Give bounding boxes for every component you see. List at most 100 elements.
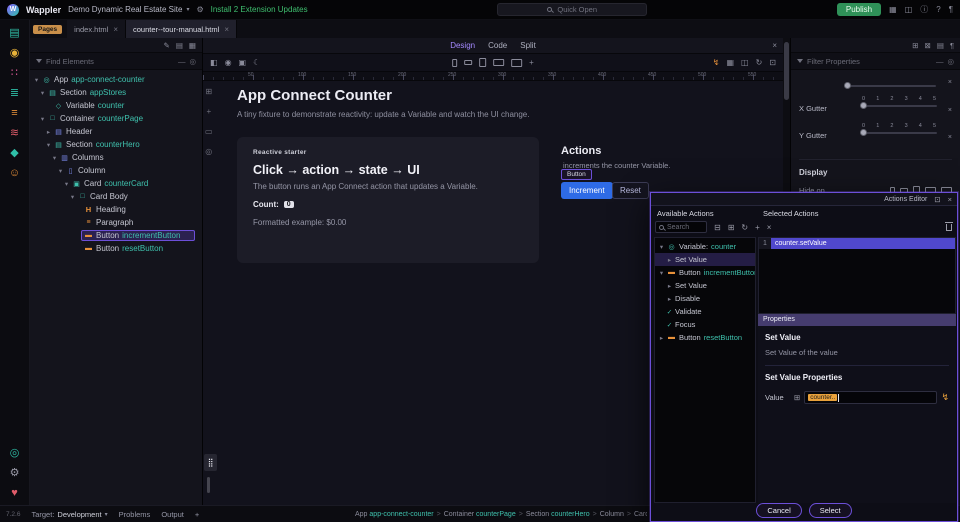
tree-item-heading[interactable]: HHeading bbox=[30, 203, 202, 216]
layout-columns-icon[interactable]: ◫ bbox=[905, 6, 913, 14]
tree-item-set-value[interactable]: ▸Set Value bbox=[655, 279, 755, 292]
tree-item-resetbutton[interactable]: ▬ButtonresetButton bbox=[30, 242, 202, 255]
output-button[interactable]: Output bbox=[161, 510, 184, 519]
phone-portrait-icon[interactable] bbox=[452, 59, 457, 67]
formatting-icon[interactable]: ¶ bbox=[950, 41, 954, 50]
list-view-icon[interactable]: ▤ bbox=[937, 41, 944, 50]
breadcrumb-item[interactable]: Section counterHero bbox=[526, 511, 590, 518]
tree-item-validate[interactable]: ✓Validate bbox=[655, 305, 755, 318]
collapse-all-icon[interactable]: ⊟ bbox=[714, 223, 721, 232]
close-icon[interactable]: × bbox=[224, 25, 229, 34]
outline-toggle-icon[interactable]: ◉ bbox=[225, 58, 232, 67]
tab-split[interactable]: Split bbox=[520, 41, 536, 50]
slider-knob[interactable] bbox=[844, 82, 851, 89]
chevron-icon[interactable]: ▾ bbox=[39, 115, 46, 123]
tree-item-column[interactable]: ▾▯Column bbox=[30, 164, 202, 177]
actions-lightning-icon[interactable]: ↯ bbox=[713, 58, 720, 67]
filter-properties-input[interactable]: Filter Properties bbox=[807, 57, 932, 66]
cancel-button[interactable]: Cancel bbox=[756, 503, 801, 518]
slider-knob[interactable] bbox=[860, 129, 867, 136]
tree-item-counterpage[interactable]: ▾□ContainercounterPage bbox=[30, 112, 202, 125]
value-input[interactable]: counter.. bbox=[804, 391, 937, 404]
remove-action-icon[interactable]: × bbox=[767, 223, 772, 232]
database-icon[interactable]: ◆ bbox=[10, 148, 18, 159]
globe-icon[interactable]: ◎ bbox=[10, 448, 20, 459]
design-icon[interactable]: ◉ bbox=[10, 48, 20, 59]
grid-view-icon[interactable]: ▦ bbox=[189, 41, 196, 50]
selected-action-row[interactable]: 1counter.setValue bbox=[759, 238, 955, 249]
chevron-icon[interactable]: ▾ bbox=[45, 141, 52, 149]
tablet-icon[interactable] bbox=[479, 58, 486, 67]
select-button[interactable]: Select bbox=[809, 503, 852, 518]
dialog-titlebar[interactable]: Actions Editor ⊡ × bbox=[651, 193, 957, 206]
expand-all-icon[interactable]: ⊞ bbox=[728, 223, 735, 232]
tree-item-counter[interactable]: ◇Variablecounter bbox=[30, 99, 202, 112]
panels-icon[interactable]: ▦ bbox=[889, 6, 897, 14]
selected-element-tag[interactable]: Button bbox=[561, 169, 592, 180]
project-settings-gear-icon[interactable]: ⚙ bbox=[196, 6, 203, 14]
tree-item-app-connect-counter[interactable]: ▾◎Appapp-connect-counter bbox=[30, 73, 202, 86]
target-icon[interactable]: ◎ bbox=[189, 57, 196, 66]
slider-knob[interactable] bbox=[860, 102, 867, 109]
clear-icon[interactable]: × bbox=[948, 134, 952, 141]
mini-scrollbar[interactable] bbox=[207, 477, 210, 493]
grid-overlay-icon[interactable]: ▦ bbox=[726, 58, 734, 67]
tree-item-counter[interactable]: ▾◎Variable:counter bbox=[655, 240, 755, 253]
clear-icon[interactable]: × bbox=[948, 79, 952, 83]
extension-updates-link[interactable]: Install 2 Extension Updates bbox=[211, 5, 308, 14]
add-action-icon[interactable]: + bbox=[755, 223, 760, 232]
reactive-starter-card[interactable]: Reactive starter Click → action → state … bbox=[237, 137, 539, 263]
phone-landscape-icon[interactable] bbox=[464, 60, 472, 65]
collapse-icon[interactable]: — bbox=[936, 57, 944, 66]
close-icon[interactable]: × bbox=[113, 25, 118, 34]
publish-button[interactable]: Publish bbox=[837, 3, 881, 16]
tab-index-html[interactable]: index.html × bbox=[67, 20, 126, 38]
box-tool-icon[interactable]: ▭ bbox=[205, 127, 213, 136]
breadcrumb-item[interactable]: Card counterCard bbox=[634, 511, 647, 518]
slider-track[interactable] bbox=[861, 105, 937, 107]
chevron-icon[interactable]: ▾ bbox=[69, 193, 76, 201]
select-tool-icon[interactable]: ◧ bbox=[210, 58, 218, 67]
formatting-icon[interactable]: ¶ bbox=[949, 6, 953, 14]
tree-item-card-body[interactable]: ▾□Card Body bbox=[30, 190, 202, 203]
close-icon[interactable]: × bbox=[772, 41, 777, 50]
refresh-icon[interactable]: ↻ bbox=[756, 58, 763, 67]
edit-icon[interactable]: ✎ bbox=[164, 41, 170, 50]
tree-item-set-value[interactable]: ▸Set Value bbox=[655, 253, 755, 266]
clear-icon[interactable]: × bbox=[948, 107, 952, 114]
settings-icon[interactable]: ⚙ bbox=[10, 468, 20, 479]
tree-item-columns[interactable]: ▾▥Columns bbox=[30, 151, 202, 164]
tab-code[interactable]: Code bbox=[488, 41, 507, 50]
chevron-icon[interactable]: ▸ bbox=[666, 282, 673, 290]
add-element-icon[interactable]: ⊞ bbox=[205, 87, 212, 96]
data-picker-icon[interactable]: ⊞ bbox=[794, 393, 800, 402]
laptop-icon[interactable] bbox=[493, 59, 504, 66]
add-panel-icon[interactable]: + bbox=[195, 510, 199, 519]
help-icon[interactable]: ? bbox=[936, 6, 940, 14]
pages-icon[interactable]: ▤ bbox=[9, 28, 19, 39]
scrollbar-thumb[interactable] bbox=[784, 42, 789, 100]
tree-item-incrementbutton[interactable]: ▾▬ButtonincrementButton bbox=[655, 266, 755, 279]
chevron-icon[interactable]: ▸ bbox=[45, 128, 52, 136]
trash-icon[interactable] bbox=[946, 224, 952, 231]
blocks-icon[interactable]: ≣ bbox=[10, 88, 19, 99]
collapse-icon[interactable]: — bbox=[178, 57, 186, 66]
tree-item-focus[interactable]: ✓Focus bbox=[655, 318, 755, 331]
dark-mode-icon[interactable]: ☾ bbox=[253, 58, 260, 67]
tree-item-counterhero[interactable]: ▾▤SectioncounterHero bbox=[30, 138, 202, 151]
custom-size-icon[interactable]: + bbox=[529, 58, 534, 67]
element-grid-handle[interactable]: ⣿ bbox=[204, 454, 217, 471]
split-panel-icon[interactable]: ◫ bbox=[741, 58, 749, 67]
actions-search-input[interactable]: Search bbox=[655, 221, 707, 233]
quick-open-search[interactable]: Quick Open bbox=[497, 3, 647, 16]
problems-button[interactable]: Problems bbox=[119, 510, 151, 519]
slider-track[interactable] bbox=[861, 132, 937, 134]
expand-panel-icon[interactable]: ⊞ bbox=[912, 41, 918, 50]
tree-item-countercard[interactable]: ▾▣CardcounterCard bbox=[30, 177, 202, 190]
close-icon[interactable]: × bbox=[948, 195, 952, 204]
close-panel-icon[interactable]: ⊠ bbox=[925, 41, 931, 50]
tree-item-header[interactable]: ▸▤Header bbox=[30, 125, 202, 138]
project-selector[interactable]: Demo Dynamic Real Estate Site ▾ bbox=[68, 5, 189, 14]
desktop-icon[interactable] bbox=[511, 59, 522, 67]
info-icon[interactable]: ⓘ bbox=[920, 6, 928, 14]
